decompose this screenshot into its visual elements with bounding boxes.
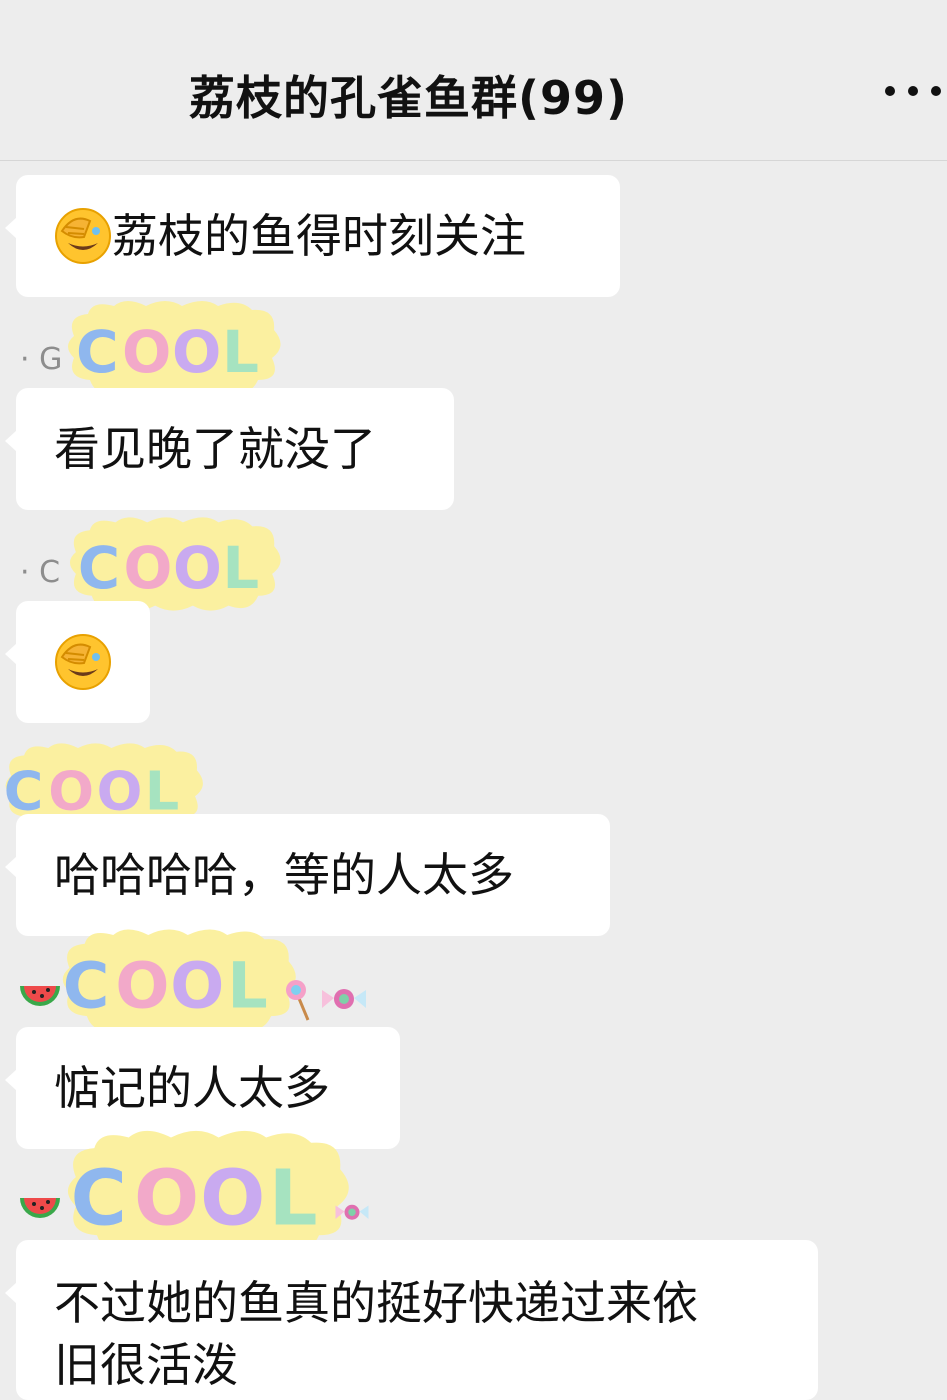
svg-text:C: C xyxy=(78,535,120,602)
svg-text:O: O xyxy=(115,948,169,1022)
svg-text:O: O xyxy=(172,318,221,386)
candy-icon xyxy=(335,1204,369,1220)
sender-name: · G xyxy=(20,342,63,377)
cool-sticker: C O O L xyxy=(62,929,296,1033)
sender-name: · C xyxy=(20,555,61,590)
svg-text:O: O xyxy=(123,535,172,602)
chat-header: 荔枝的孔雀鱼群(99) xyxy=(0,0,947,161)
svg-text:O: O xyxy=(122,318,171,386)
svg-text:O: O xyxy=(134,1155,199,1244)
svg-text:O: O xyxy=(173,535,222,602)
facepalm-laugh-emoji-icon xyxy=(55,634,111,690)
cool-sticker: C O O L xyxy=(68,301,281,395)
message-bubble[interactable]: 不过她的鱼真的挺好快递过来依 旧很活泼 xyxy=(5,1240,818,1400)
message-bubble[interactable]: 看见晚了就没了 xyxy=(5,388,454,510)
svg-text:O: O xyxy=(97,759,143,822)
message-text: 惦记的人太多 xyxy=(54,1061,330,1115)
svg-text:L: L xyxy=(223,535,260,602)
svg-text:L: L xyxy=(145,759,179,822)
svg-text:C: C xyxy=(76,318,119,386)
svg-text:C: C xyxy=(4,759,44,822)
message-bubble[interactable] xyxy=(5,601,150,723)
message-text: 哈哈哈哈，等的人太多 xyxy=(54,848,514,902)
svg-text:C: C xyxy=(63,948,110,1022)
svg-text:O: O xyxy=(48,759,94,822)
watermelon-icon xyxy=(20,1198,60,1218)
message-text: 荔枝的鱼得时刻关注 xyxy=(112,209,526,263)
facepalm-laugh-emoji-icon xyxy=(55,208,111,264)
message-text-line2: 旧很活泼 xyxy=(54,1338,238,1392)
svg-text:L: L xyxy=(227,948,268,1022)
svg-text:C: C xyxy=(71,1155,127,1244)
message-text: 看见晚了就没了 xyxy=(54,422,376,476)
message-text: 不过她的鱼真的挺好快递过来依 xyxy=(54,1276,698,1330)
group-chat-title: 荔枝的孔雀鱼群(99) xyxy=(188,71,629,125)
svg-text:L: L xyxy=(269,1155,318,1244)
svg-text:L: L xyxy=(222,318,259,386)
svg-text:O: O xyxy=(200,1155,265,1244)
message-bubble[interactable]: 哈哈哈哈，等的人太多 xyxy=(5,814,610,936)
more-dots-icon[interactable] xyxy=(885,76,941,106)
message-bubble[interactable]: 荔枝的鱼得时刻关注 xyxy=(5,175,620,297)
candy-icon xyxy=(322,989,366,1009)
lollipop-icon xyxy=(286,980,310,1021)
svg-text:O: O xyxy=(170,948,224,1022)
